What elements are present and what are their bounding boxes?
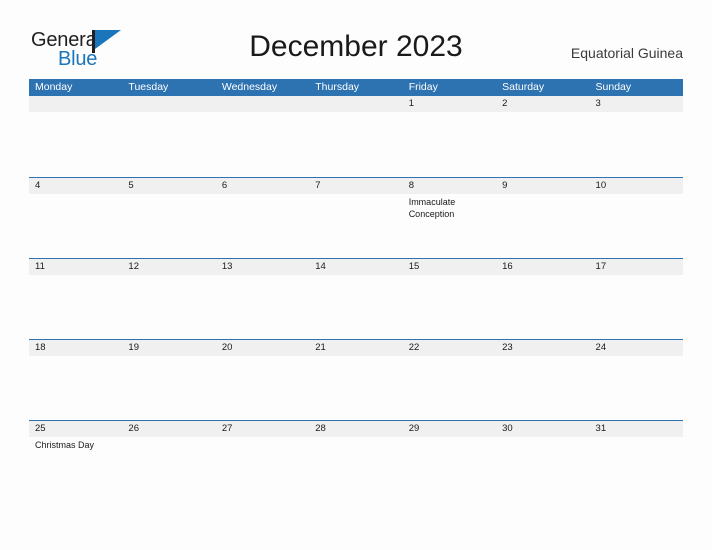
weekday-header-row: Monday Tuesday Wednesday Thursday Friday… <box>29 79 683 96</box>
day-number[interactable]: 22 <box>403 340 496 356</box>
day-number[interactable]: 12 <box>122 259 215 275</box>
day-event <box>496 194 589 257</box>
day-event <box>29 275 122 338</box>
day-event <box>403 275 496 338</box>
week-event-band <box>29 112 683 175</box>
week-date-band: 25 26 27 28 29 30 31 <box>29 421 683 437</box>
day-number[interactable]: 29 <box>403 421 496 437</box>
day-event <box>403 437 496 500</box>
weekday-header-thursday: Thursday <box>315 81 360 93</box>
day-number[interactable]: 15 <box>403 259 496 275</box>
weekday-header-wednesday: Wednesday <box>221 81 278 93</box>
weekday-header-tuesday: Tuesday <box>128 81 169 93</box>
day-number[interactable]: 7 <box>309 178 402 194</box>
day-event <box>29 194 122 257</box>
page-header: General Blue December 2023 Equatorial Gu… <box>0 0 712 78</box>
day-event <box>122 194 215 257</box>
week-row: 11 12 13 14 15 16 17 <box>29 258 683 339</box>
day-event <box>590 194 683 257</box>
day-number[interactable] <box>309 96 402 112</box>
week-event-band: Immaculate Conception <box>29 194 683 257</box>
country-label: Equatorial Guinea <box>570 45 683 61</box>
day-event <box>309 275 402 338</box>
day-number[interactable]: 11 <box>29 259 122 275</box>
day-number[interactable]: 25 <box>29 421 122 437</box>
day-number[interactable]: 27 <box>216 421 309 437</box>
day-number[interactable]: 8 <box>403 178 496 194</box>
day-number[interactable]: 14 <box>309 259 402 275</box>
day-number[interactable] <box>216 96 309 112</box>
week-date-band: 4 5 6 7 8 9 10 <box>29 178 683 194</box>
day-number[interactable]: 2 <box>496 96 589 112</box>
day-event <box>496 112 589 175</box>
week-row: 1 2 3 <box>29 96 683 177</box>
day-event <box>309 194 402 257</box>
day-number[interactable]: 18 <box>29 340 122 356</box>
day-event <box>216 437 309 500</box>
day-number[interactable]: 5 <box>122 178 215 194</box>
week-event-band: Christmas Day <box>29 437 683 500</box>
day-event <box>29 356 122 419</box>
day-event <box>216 112 309 175</box>
day-number[interactable] <box>122 96 215 112</box>
day-event <box>29 112 122 175</box>
weekday-header-saturday: Saturday <box>502 81 545 93</box>
day-event-immaculate-conception: Immaculate Conception <box>408 197 456 219</box>
week-date-band: 11 12 13 14 15 16 17 <box>29 259 683 275</box>
day-event <box>590 112 683 175</box>
day-event <box>309 356 402 419</box>
day-number[interactable]: 20 <box>216 340 309 356</box>
day-number[interactable] <box>29 96 122 112</box>
weekday-header-sunday: Sunday <box>595 81 632 93</box>
day-number[interactable]: 9 <box>496 178 589 194</box>
day-event <box>496 356 589 419</box>
day-number[interactable]: 21 <box>309 340 402 356</box>
calendar-page: General Blue December 2023 Equatorial Gu… <box>0 0 712 550</box>
day-number[interactable]: 3 <box>590 96 683 112</box>
week-date-band: 1 2 3 <box>29 96 683 112</box>
day-event-christmas-day: Christmas Day <box>35 440 95 450</box>
day-number[interactable]: 28 <box>309 421 402 437</box>
calendar-grid: Monday Tuesday Wednesday Thursday Friday… <box>29 79 683 501</box>
day-event <box>496 275 589 338</box>
week-row: 18 19 20 21 22 23 24 <box>29 339 683 420</box>
day-event <box>496 437 589 500</box>
day-event <box>590 356 683 419</box>
day-number[interactable]: 4 <box>29 178 122 194</box>
day-number[interactable]: 31 <box>590 421 683 437</box>
day-event <box>590 437 683 500</box>
day-event <box>216 356 309 419</box>
day-event <box>590 275 683 338</box>
day-number[interactable]: 30 <box>496 421 589 437</box>
day-event <box>403 112 496 175</box>
weekday-header-monday: Monday <box>35 81 73 93</box>
day-number[interactable]: 16 <box>496 259 589 275</box>
day-event <box>122 112 215 175</box>
day-number[interactable]: 17 <box>590 259 683 275</box>
day-event <box>122 275 215 338</box>
day-event <box>122 356 215 419</box>
day-number[interactable]: 26 <box>122 421 215 437</box>
day-event <box>309 437 402 500</box>
week-row: 4 5 6 7 8 9 10 Immaculate Conception <box>29 177 683 258</box>
day-event <box>216 275 309 338</box>
day-number[interactable]: 6 <box>216 178 309 194</box>
weekday-header-friday: Friday <box>408 81 438 93</box>
day-event <box>403 356 496 419</box>
week-date-band: 18 19 20 21 22 23 24 <box>29 340 683 356</box>
day-event <box>122 437 215 500</box>
day-number[interactable]: 13 <box>216 259 309 275</box>
day-number[interactable]: 1 <box>403 96 496 112</box>
day-number[interactable]: 24 <box>590 340 683 356</box>
day-event <box>309 112 402 175</box>
week-row: 25 26 27 28 29 30 31 Christmas Day <box>29 420 683 501</box>
day-number[interactable]: 10 <box>590 178 683 194</box>
day-number[interactable]: 19 <box>122 340 215 356</box>
week-event-band <box>29 275 683 338</box>
week-event-band <box>29 356 683 419</box>
day-number[interactable]: 23 <box>496 340 589 356</box>
day-event <box>216 194 309 257</box>
